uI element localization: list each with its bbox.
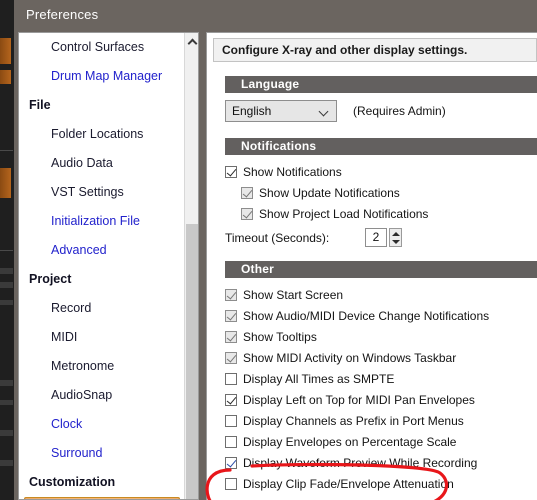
checkbox-display-left-on-top-for-midi-pan-envelopes[interactable] xyxy=(225,393,237,406)
checkbox-label: Display Channels as Prefix in Port Menus xyxy=(243,413,464,428)
sidebar-nav-list: Control Surfaces Drum Map Manager File Fold… xyxy=(19,33,186,499)
checkbox-row[interactable]: Display Clip Fade/Envelope Attenuation xyxy=(225,473,537,494)
checkbox-row[interactable]: Display Waveform Preview While Recording xyxy=(225,452,537,473)
daw-clip xyxy=(0,38,11,64)
sidebar-item-customization: Customization xyxy=(29,475,116,489)
stepper-up-icon[interactable] xyxy=(390,229,401,238)
settings-pane: Configure X-ray and other display settin… xyxy=(206,32,537,500)
checkbox-show-midi-activity-on-windows-taskbar[interactable] xyxy=(225,351,237,364)
checkbox-label: Show Update Notifications xyxy=(259,185,400,200)
sidebar-item-drum-map-manager[interactable]: Drum Map Manager xyxy=(19,62,186,91)
section-header-other: Other xyxy=(225,261,537,278)
checkbox-label: Show Project Load Notifications xyxy=(259,206,429,221)
stepper-down-icon[interactable] xyxy=(390,238,401,247)
other-options: Show Start Screen Show Audio/MIDI Device … xyxy=(207,284,537,494)
sidebar-item-control-surfaces[interactable]: Control Surfaces xyxy=(19,33,186,62)
daw-track-strip xyxy=(0,0,15,500)
daw-clip xyxy=(0,70,11,84)
sidebar-scrollbar[interactable] xyxy=(184,33,198,499)
checkbox-label: Show Audio/MIDI Device Change Notificati… xyxy=(243,308,490,323)
sidebar-item-record[interactable]: Record xyxy=(19,294,186,323)
daw-track-band xyxy=(0,282,13,288)
checkbox-row[interactable]: Show Audio/MIDI Device Change Notificati… xyxy=(225,305,537,326)
daw-track-band xyxy=(0,400,13,405)
preferences-dialog: Preferences Control Surfaces Drum Map Man… xyxy=(14,0,537,500)
sidebar-item-file: File xyxy=(29,98,51,112)
dialog-title-bar: Preferences xyxy=(14,0,537,30)
checkbox-display-clip-fade-envelope-attenuation[interactable] xyxy=(225,477,237,490)
sidebar-item-metronome[interactable]: Metronome xyxy=(19,352,186,381)
daw-gridline xyxy=(0,250,13,251)
checkbox-label: Show Start Screen xyxy=(243,287,344,302)
language-admin-note: (Requires Admin) xyxy=(353,104,446,118)
checkbox-show-notifications[interactable] xyxy=(225,165,237,178)
checkbox-label: Show MIDI Activity on Windows Taskbar xyxy=(243,350,457,365)
chevron-up-icon[interactable] xyxy=(185,33,198,49)
checkbox-row[interactable]: Show Update Notifications xyxy=(241,182,537,203)
scrollbar-thumb[interactable] xyxy=(186,224,198,499)
sidebar-item-initialization-file[interactable]: Initialization File xyxy=(19,207,186,236)
checkbox-display-channels-as-prefix-in-port-menus[interactable] xyxy=(225,414,237,427)
checkbox-label: Show Tooltips xyxy=(243,329,317,344)
checkbox-row[interactable]: Show Start Screen xyxy=(225,284,537,305)
checkbox-display-envelopes-on-percentage-scale[interactable] xyxy=(225,435,237,448)
checkbox-row[interactable]: Show Tooltips xyxy=(225,326,537,347)
checkbox-row[interactable]: Display Envelopes on Percentage Scale xyxy=(225,431,537,452)
dialog-title: Preferences xyxy=(26,7,99,22)
daw-track-band xyxy=(0,460,13,466)
checkbox-show-start-screen[interactable] xyxy=(225,288,237,301)
checkbox-row[interactable]: Display All Times as SMPTE xyxy=(225,368,537,389)
checkbox-label: Display All Times as SMPTE xyxy=(243,371,395,386)
pane-header-title: Configure X-ray and other display settin… xyxy=(213,38,537,62)
checkbox-label: Display Clip Fade/Envelope Attenuation xyxy=(243,476,454,491)
daw-track-band xyxy=(0,380,13,386)
sidebar-item-vst-settings[interactable]: VST Settings xyxy=(19,178,186,207)
preferences-sidebar: Control Surfaces Drum Map Manager File Fold… xyxy=(18,32,199,500)
timeout-label: Timeout (Seconds): xyxy=(225,230,330,245)
daw-gridline xyxy=(0,150,13,151)
checkbox-row[interactable]: Display Channels as Prefix in Port Menus xyxy=(225,410,537,431)
checkbox-row[interactable]: Show MIDI Activity on Windows Taskbar xyxy=(225,347,537,368)
checkbox-label: Display Waveform Preview While Recording xyxy=(243,455,478,470)
daw-track-band xyxy=(0,430,13,436)
sidebar-item-clock[interactable]: Clock xyxy=(19,410,186,439)
checkbox-display-waveform-preview-while-recording[interactable] xyxy=(225,456,237,469)
sidebar-item-audiosnap[interactable]: AudioSnap xyxy=(19,381,186,410)
checkbox-row[interactable]: Show Notifications xyxy=(225,161,537,182)
checkbox-show-audio-midi-device-change-notifications[interactable] xyxy=(225,309,237,322)
sidebar-item-advanced[interactable]: Advanced xyxy=(19,236,186,265)
daw-clip xyxy=(0,168,11,198)
checkbox-row[interactable]: Display Left on Top for MIDI Pan Envelop… xyxy=(225,389,537,410)
sidebar-item-audio-data[interactable]: Audio Data xyxy=(19,149,186,178)
checkbox-label: Display Left on Top for MIDI Pan Envelop… xyxy=(243,392,475,407)
daw-track-band xyxy=(0,300,13,305)
sidebar-item-surround[interactable]: Surround xyxy=(19,439,186,468)
checkbox-display-all-times-as-smpte[interactable] xyxy=(225,372,237,385)
section-header-language: Language xyxy=(225,76,537,93)
language-select[interactable]: English xyxy=(225,100,337,122)
sidebar-item-midi[interactable]: MIDI xyxy=(19,323,186,352)
checkbox-show-tooltips[interactable] xyxy=(225,330,237,343)
sidebar-item-project: Project xyxy=(29,272,72,286)
checkbox-show-project-load-notifications[interactable] xyxy=(241,207,253,220)
daw-track-band xyxy=(0,268,13,274)
section-header-notifications: Notifications xyxy=(225,138,537,155)
sidebar-item-folder-locations[interactable]: Folder Locations xyxy=(19,120,186,149)
checkbox-label: Show Notifications xyxy=(243,164,342,179)
notifications-options: Show Notifications Show Update Notificati… xyxy=(207,161,537,224)
language-row: English (Requires Admin) xyxy=(225,100,537,122)
checkbox-show-update-notifications[interactable] xyxy=(241,186,253,199)
checkbox-row[interactable]: Show Project Load Notifications xyxy=(241,203,537,224)
timeout-stepper[interactable] xyxy=(389,228,402,247)
chevron-down-icon xyxy=(318,106,329,117)
checkbox-label: Display Envelopes on Percentage Scale xyxy=(243,434,457,449)
timeout-input[interactable]: 2 xyxy=(365,228,387,247)
language-select-value: English xyxy=(232,104,272,118)
timeout-row: Timeout (Seconds): 2 xyxy=(225,227,537,248)
